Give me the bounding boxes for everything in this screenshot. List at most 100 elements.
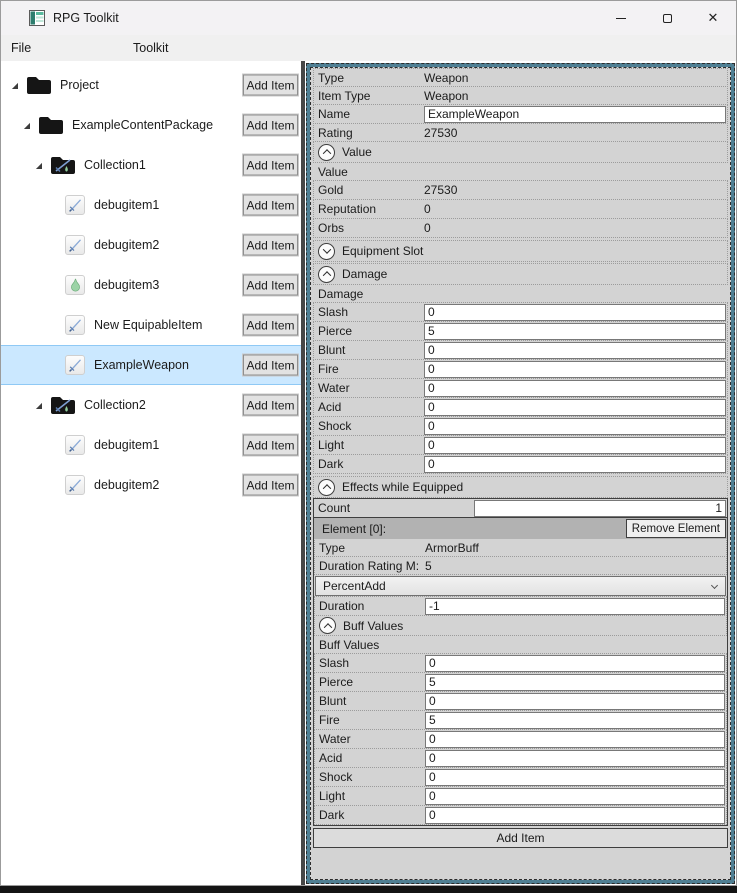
rating-row: Rating 27530 <box>313 123 728 142</box>
field-label: Light <box>314 438 424 452</box>
field-input[interactable] <box>425 807 725 824</box>
remove-element-button[interactable]: Remove Element <box>626 519 726 538</box>
add-item-button[interactable]: Add Item <box>243 235 298 256</box>
value-section-header[interactable]: Value <box>313 141 728 163</box>
tree-row[interactable]: ◢ debugitem3 Add Item <box>1 265 301 305</box>
tree-row[interactable]: ◢ ExampleWeapon Add Item <box>1 345 301 385</box>
menu-toolkit[interactable]: Toolkit <box>127 35 174 61</box>
duration-row: Duration <box>314 596 727 616</box>
field-row: Pierce <box>314 672 727 692</box>
collapse-icon[interactable] <box>318 266 335 283</box>
field-input[interactable] <box>425 788 725 805</box>
sword-icon <box>65 315 85 335</box>
add-item-button[interactable]: Add Item <box>243 195 298 216</box>
collapse-icon[interactable] <box>319 617 336 634</box>
tree-row[interactable]: ◢ Project Add Item <box>1 65 301 105</box>
tree-expander-icon[interactable]: ◢ <box>9 81 21 90</box>
field-input[interactable] <box>425 655 725 672</box>
field-label: Blunt <box>314 343 424 357</box>
tree-row[interactable]: ◢ debugitem2 Add Item <box>1 225 301 265</box>
add-item-button[interactable]: Add Item <box>243 115 298 136</box>
add-item-button[interactable]: Add Item <box>243 435 298 456</box>
field-input[interactable] <box>425 712 725 729</box>
tree-row[interactable]: ◢ ExampleContentPackage Add Item <box>1 105 301 145</box>
collapse-icon[interactable] <box>318 479 335 496</box>
sword-icon <box>65 475 85 495</box>
property-row: Orbs 0 <box>313 218 728 238</box>
tree-row[interactable]: ◢ debugitem1 Add Item <box>1 425 301 465</box>
folder-icon <box>39 116 63 134</box>
tree-row[interactable]: ◢ Collection1 Add Item <box>1 145 301 185</box>
tree-expander-icon[interactable]: ◢ <box>21 121 33 130</box>
count-input[interactable] <box>474 500 726 517</box>
field-label: Dark <box>314 457 424 471</box>
field-input[interactable] <box>424 399 726 416</box>
add-item-button[interactable]: Add Item <box>243 155 298 176</box>
add-item-button[interactable]: Add Item <box>243 75 298 96</box>
name-input[interactable] <box>424 106 726 123</box>
add-item-button[interactable]: Add Item <box>243 275 298 296</box>
sword-icon <box>65 195 85 215</box>
field-label: Pierce <box>315 675 425 689</box>
field-input[interactable] <box>424 380 726 397</box>
add-item-button[interactable]: Add Item <box>243 475 298 496</box>
effects-section-header[interactable]: Effects while Equipped <box>313 476 728 498</box>
field-input[interactable] <box>424 304 726 321</box>
main-area: ◢ Project Add Item ◢ ExampleContentPacka… <box>1 61 736 885</box>
field-input[interactable] <box>425 693 725 710</box>
add-item-button[interactable]: Add Item <box>243 315 298 336</box>
panel-splitter[interactable] <box>301 61 305 885</box>
tree-row[interactable]: ◢ debugitem1 Add Item <box>1 185 301 225</box>
field-input[interactable] <box>424 342 726 359</box>
field-input[interactable] <box>425 750 725 767</box>
equipment-slot-header[interactable]: Equipment Slot <box>313 240 728 262</box>
potion-icon <box>65 275 85 295</box>
tree-row[interactable]: ◢ Collection2 Add Item <box>1 385 301 425</box>
minimize-button[interactable] <box>598 1 644 35</box>
buff-mode-select[interactable]: PercentAdd <box>315 576 726 596</box>
field-input[interactable] <box>425 769 725 786</box>
tree-expander-icon[interactable]: ◢ <box>33 401 45 410</box>
tree-expander-icon[interactable]: ◢ <box>33 161 45 170</box>
field-row: Acid <box>313 397 728 417</box>
menu-file[interactable]: File <box>5 35 37 61</box>
field-input[interactable] <box>425 674 725 691</box>
buff-type-row: Type ArmorBuff <box>314 538 727 557</box>
expand-icon[interactable] <box>318 243 335 260</box>
tree: ◢ Project Add Item ◢ ExampleContentPacka… <box>1 61 301 885</box>
field-label: Light <box>315 789 425 803</box>
property-label: Orbs <box>314 221 424 235</box>
field-input[interactable] <box>425 731 725 748</box>
field-label: Slash <box>314 305 424 319</box>
maximize-icon <box>663 14 672 23</box>
titlebar: RPG Toolkit ✕ <box>1 1 736 35</box>
add-effect-button[interactable]: Add Item <box>313 828 728 848</box>
field-input[interactable] <box>424 418 726 435</box>
tree-item-label: debugitem3 <box>94 278 159 292</box>
rpg-toolkit-app-icon <box>29 10 45 26</box>
field-input[interactable] <box>424 323 726 340</box>
tree-row[interactable]: ◢ debugitem2 Add Item <box>1 465 301 505</box>
sword-icon <box>65 355 85 375</box>
close-button[interactable]: ✕ <box>690 1 736 35</box>
add-item-button[interactable]: Add Item <box>243 395 298 416</box>
add-item-button[interactable]: Add Item <box>243 355 298 376</box>
tree-row[interactable]: ◢ New EquipableItem Add Item <box>1 305 301 345</box>
duration-rating-row: Duration Rating M: 5 <box>314 556 727 575</box>
field-input[interactable] <box>424 456 726 473</box>
field-label: Slash <box>315 656 425 670</box>
duration-input[interactable] <box>425 598 725 615</box>
field-input[interactable] <box>424 361 726 378</box>
maximize-button[interactable] <box>644 1 690 35</box>
field-label: Acid <box>314 400 424 414</box>
sword-icon <box>65 235 85 255</box>
field-row: Fire <box>314 710 727 730</box>
field-input[interactable] <box>424 437 726 454</box>
tree-item-label: Project <box>60 78 99 92</box>
app-window: RPG Toolkit ✕ File Toolkit ◢ Project Add… <box>0 0 737 886</box>
damage-section-header[interactable]: Damage <box>313 263 728 285</box>
property-panel: Type Weapon Item Type Weapon Name Rating… <box>310 67 731 880</box>
buff-values-header[interactable]: Buff Values <box>314 615 727 636</box>
collapse-icon[interactable] <box>318 144 335 161</box>
tree-item-label: ExampleWeapon <box>94 358 189 372</box>
